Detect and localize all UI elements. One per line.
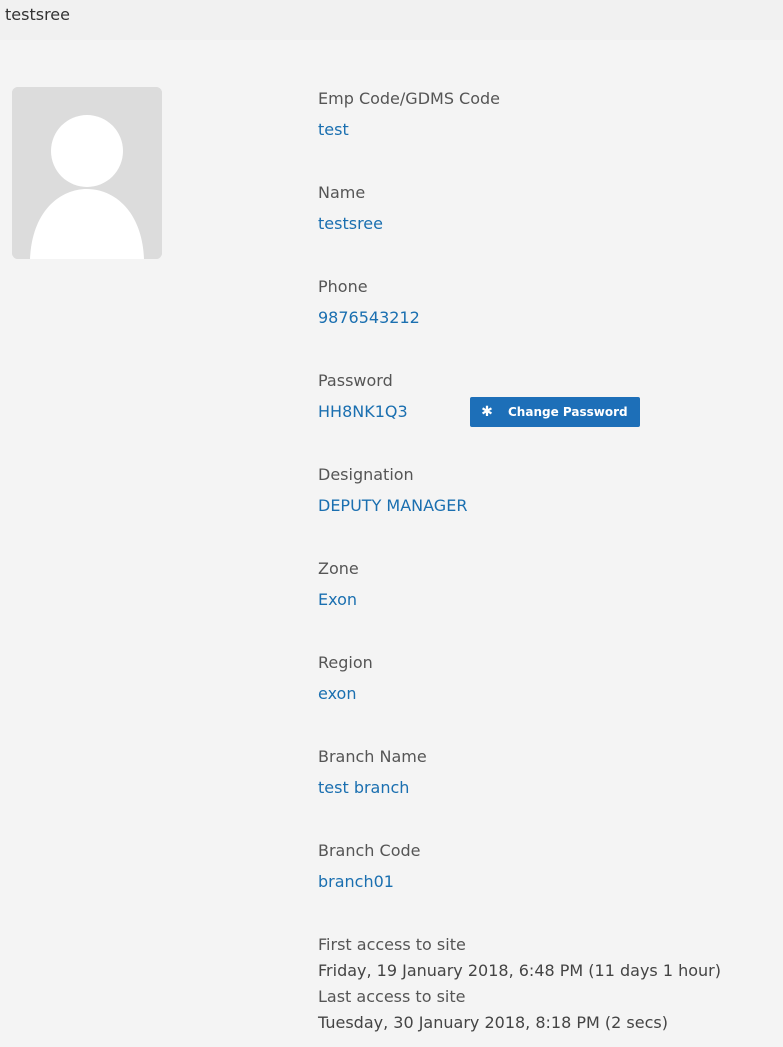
field-value: HH8NK1Q3 [318,402,408,421]
field-password: Password HH8NK1Q3 ✱ Change Password [318,370,778,464]
profile-fields: Emp Code/GDMS Code test Name testsree Ph… [318,88,778,934]
field-label: Zone [318,559,359,578]
field-value: branch01 [318,872,394,891]
field-region: Region exon [318,652,778,746]
field-branch-name: Branch Name test branch [318,746,778,840]
field-name: Name testsree [318,182,778,276]
last-access-value: Tuesday, 30 January 2018, 8:18 PM (2 sec… [318,1013,668,1032]
field-value: test branch [318,778,410,797]
change-password-button[interactable]: ✱ Change Password [470,397,640,427]
field-branch-code: Branch Code branch01 [318,840,778,934]
change-password-label: Change Password [508,405,628,419]
field-value: 9876543212 [318,308,420,327]
password-row: HH8NK1Q3 ✱ Change Password [318,397,778,427]
field-value: exon [318,684,357,703]
field-emp-code: Emp Code/GDMS Code test [318,88,778,182]
field-label: Password [318,371,393,390]
first-access-value: Friday, 19 January 2018, 6:48 PM (11 day… [318,961,721,980]
field-label: Phone [318,277,368,296]
profile-title: testsree [5,5,70,24]
first-access-label: First access to site [318,935,466,954]
avatar [12,87,162,259]
field-label: Branch Name [318,747,427,766]
asterisk-icon: ✱ [481,404,493,420]
profile-header: testsree [0,0,783,40]
field-value: test [318,120,349,139]
last-access-label: Last access to site [318,987,466,1006]
field-value: DEPUTY MANAGER [318,496,468,515]
field-label: Designation [318,465,414,484]
profile-page: testsree Emp Code/GDMS Code test Name te… [0,0,783,1047]
user-placeholder-icon [12,87,162,259]
field-zone: Zone Exon [318,558,778,652]
field-label: Emp Code/GDMS Code [318,89,501,108]
field-label: Name [318,183,366,202]
access-info: First access to site Friday, 19 January … [318,932,783,1036]
field-label: Branch Code [318,841,421,860]
field-label: Region [318,653,373,672]
field-designation: Designation DEPUTY MANAGER [318,464,778,558]
field-value: Exon [318,590,358,609]
field-phone: Phone 9876543212 [318,276,778,370]
field-value: testsree [318,214,383,233]
